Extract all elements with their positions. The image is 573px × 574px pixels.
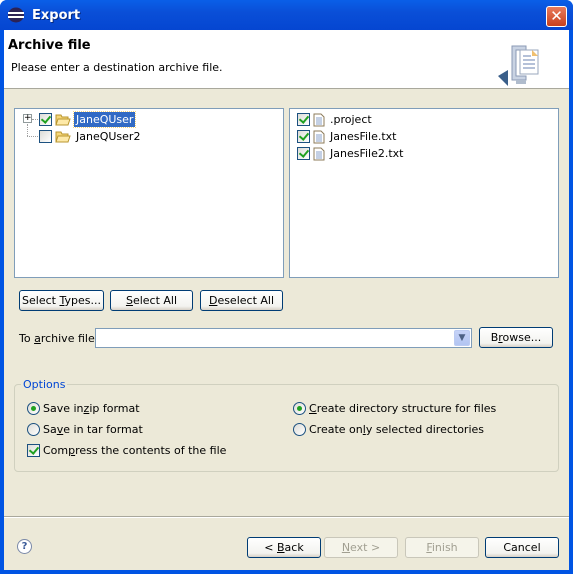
archive-file-combo[interactable]: ▼ [95,328,472,348]
btn-text: Cancel [503,541,541,554]
only-selected-radio[interactable]: Create on l y selected directories [293,423,484,436]
opt-mnemonic: C [309,402,317,415]
file-icon [313,147,325,160]
opt-text: y selected directories [365,423,485,436]
tree-item-label: JaneQUser2 [76,130,141,143]
opt-text: Sa [43,423,57,436]
btn-text: owse... [502,331,542,344]
label-mnemonic: a [34,332,41,345]
radio-icon[interactable] [27,402,40,415]
tree-item[interactable]: JaneQUser [39,111,137,128]
btn-text: elect All [132,294,178,307]
radio-icon[interactable] [293,423,306,436]
btn-mnemonic: S [125,294,133,307]
tree-line [27,136,38,137]
tree-checkbox[interactable] [39,113,52,126]
file-icon [313,113,325,126]
tree-checkbox[interactable] [39,130,52,143]
file-checkbox[interactable] [297,113,310,126]
btn-mnemonic: N [341,541,351,554]
tar-format-radio[interactable]: Sa v e in tar format [27,423,143,436]
page-title: Archive file [8,38,91,53]
help-icon[interactable]: ? [17,539,32,554]
page-description: Please enter a destination archive file. [11,61,223,74]
file-checkbox[interactable] [297,147,310,160]
select-all-button[interactable]: Select All [110,290,193,311]
file-icon [313,130,325,143]
opt-text: reate directory structure for files [316,402,497,415]
dir-structure-radio[interactable]: Create directory structure for files [293,402,496,415]
export-archive-icon [498,45,539,86]
project-tree[interactable]: + JaneQUser JaneQUser2 [14,108,284,278]
btn-text: ack [284,541,304,554]
select-types-button[interactable]: Select Types... [19,290,104,311]
eclipse-icon [8,7,24,23]
btn-text: ext > [350,541,381,554]
radio-icon[interactable] [27,423,40,436]
list-item[interactable]: JanesFile.txt [297,128,399,145]
folder-open-icon [55,114,71,125]
footer-separator [4,516,569,518]
browse-button[interactable]: Browse... [479,327,553,348]
wizard-header: Archive file Please enter a destination … [4,30,569,89]
tree-line [32,119,38,120]
export-dialog: Export ✕ Archive file Please enter a des… [0,0,573,574]
title-bar[interactable]: Export ✕ [0,0,573,30]
file-label: .project [330,113,372,126]
compress-checkbox[interactable]: Com p ress the contents of the file [27,444,226,457]
opt-text: e in tar format [63,423,143,436]
archive-file-label: To archive file: [19,332,98,345]
window-title: Export [32,8,81,23]
opt-text: ip format [89,402,140,415]
zip-format-radio[interactable]: Save in z ip format [27,402,140,415]
radio-icon[interactable] [293,402,306,415]
tree-item-label: JaneQUser [72,111,137,128]
tree-item[interactable]: JaneQUser2 [39,128,142,145]
close-button[interactable]: ✕ [546,6,567,27]
checkbox-icon[interactable] [27,444,40,457]
dialog-client: Archive file Please enter a destination … [4,30,569,570]
list-item[interactable]: JanesFile2.txt [297,145,406,162]
file-checkbox[interactable] [297,130,310,143]
label-text: rchive file: [40,332,99,345]
folder-open-icon [55,131,71,142]
expand-toggle[interactable]: + [23,114,32,123]
btn-text: eselect All [217,294,275,307]
next-button[interactable]: Next > [324,537,398,558]
back-button[interactable]: < Back [247,537,321,558]
btn-text: Select [22,294,60,307]
file-label: JanesFile.txt [330,130,397,143]
finish-button[interactable]: Finish [405,537,479,558]
tree-line [27,124,28,136]
options-title: Options [21,378,68,391]
opt-mnemonic: p [68,444,76,457]
btn-text: inish [431,541,458,554]
opt-text: ress the contents of the file [75,444,227,457]
label-text: To [19,332,35,345]
btn-text: < [264,541,277,554]
chevron-down-icon[interactable]: ▼ [454,330,470,346]
opt-text: Create on [309,423,363,436]
btn-mnemonic: B [277,541,285,554]
btn-text: ypes... [64,294,101,307]
cancel-button[interactable]: Cancel [485,537,559,558]
opt-text: Com [43,444,69,457]
file-label: JanesFile2.txt [330,147,404,160]
opt-text: Save in [43,402,84,415]
file-list[interactable]: .project JanesFile.txt JanesFile2.txt [289,108,559,278]
list-item[interactable]: .project [297,111,374,128]
deselect-all-button[interactable]: Deselect All [200,290,283,311]
